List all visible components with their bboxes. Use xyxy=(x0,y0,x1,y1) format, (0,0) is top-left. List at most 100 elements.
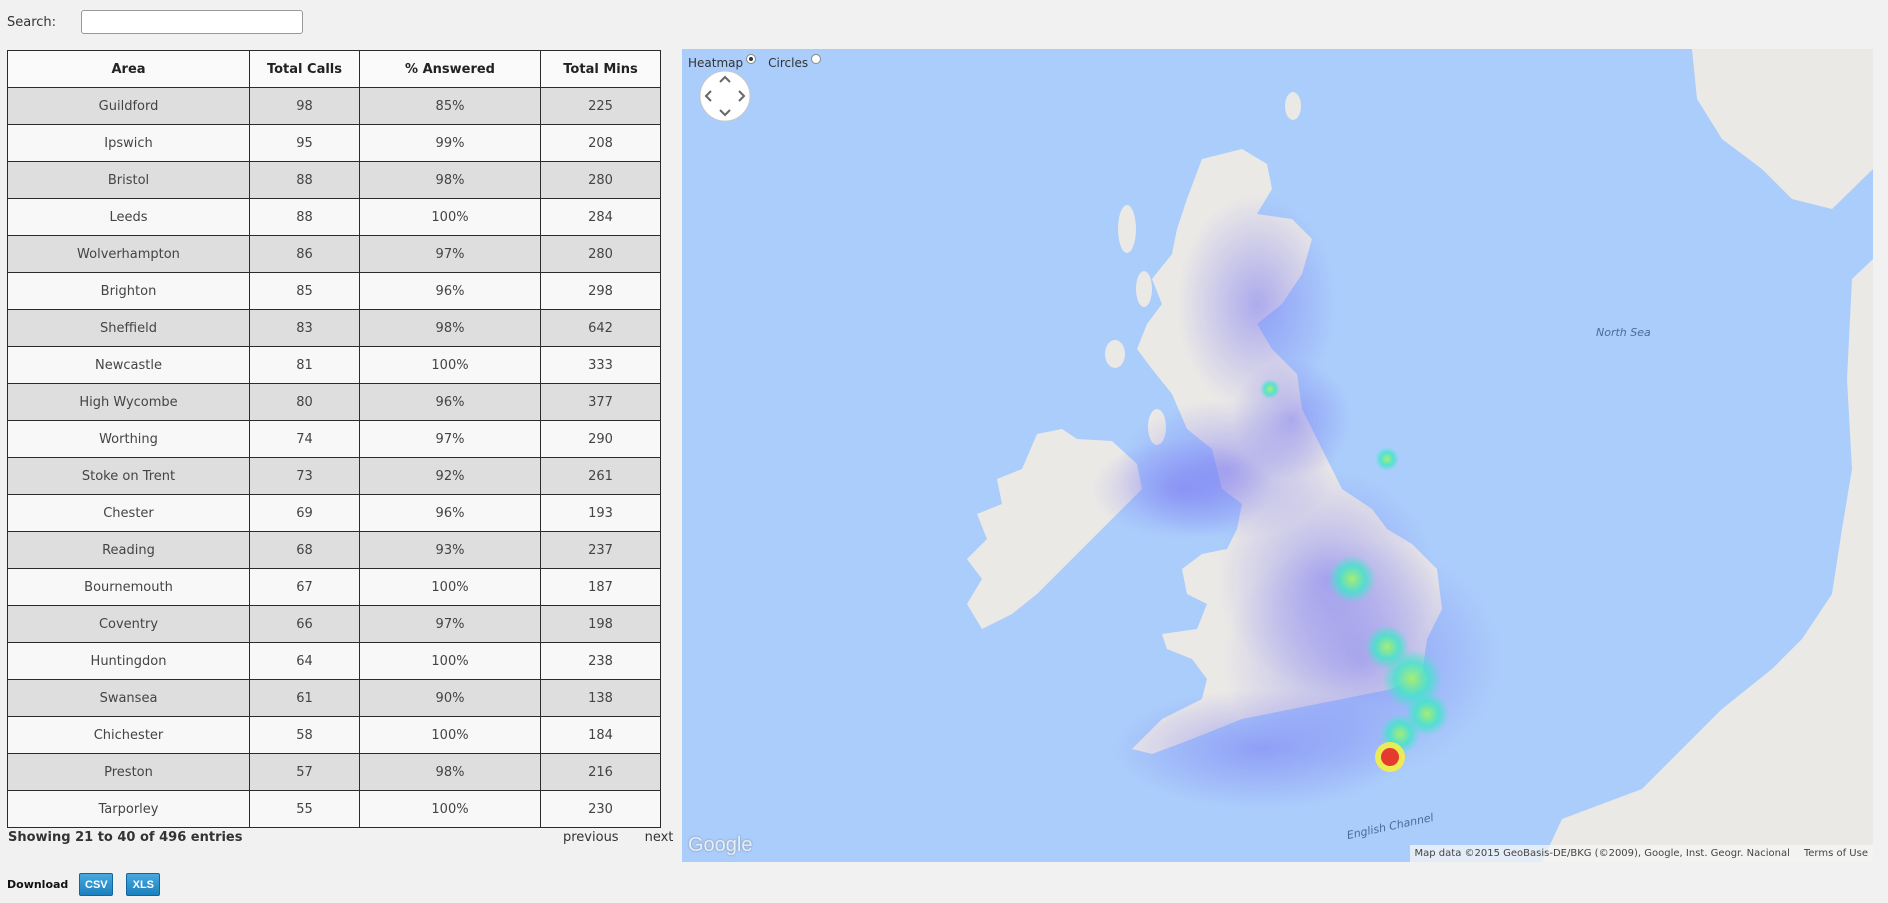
table-row: Chichester 58 100% 184 xyxy=(7,716,661,754)
circles-radio[interactable] xyxy=(811,54,822,64)
heatmap-option-label: Heatmap xyxy=(688,56,744,70)
cell-answered: 97% xyxy=(359,235,541,273)
cell-answered: 96% xyxy=(359,383,541,421)
cell-answered: 98% xyxy=(359,161,541,199)
table-row: Coventry 66 97% 198 xyxy=(7,605,661,643)
table-row: Reading 68 93% 237 xyxy=(7,531,661,569)
cell-total-mins: 193 xyxy=(540,494,661,532)
google-logo: Google xyxy=(688,834,753,856)
table-row: Guildford 98 85% 225 xyxy=(7,87,661,125)
cell-total-calls: 67 xyxy=(249,568,360,606)
cell-total-calls: 88 xyxy=(249,198,360,236)
cell-total-mins: 333 xyxy=(540,346,661,384)
cell-total-mins: 216 xyxy=(540,753,661,791)
cell-answered: 100% xyxy=(359,716,541,754)
table-row: Ipswich 95 99% 208 xyxy=(7,124,661,162)
circles-option-label: Circles xyxy=(768,56,809,70)
search-input[interactable] xyxy=(81,10,303,34)
cell-total-mins: 225 xyxy=(540,87,661,125)
cell-answered: 90% xyxy=(359,679,541,717)
cell-area: Wolverhampton xyxy=(7,235,250,273)
cell-answered: 96% xyxy=(359,494,541,532)
table-row: Stoke on Trent 73 92% 261 xyxy=(7,457,661,495)
cell-area: Huntingdon xyxy=(7,642,250,680)
download-bar: Download CSV XLS xyxy=(7,873,173,896)
cell-total-calls: 68 xyxy=(249,531,360,569)
table-header-row: Area Total Calls % Answered Total Mins xyxy=(7,50,661,88)
previous-page-link[interactable]: previous xyxy=(563,830,619,845)
cell-total-calls: 69 xyxy=(249,494,360,532)
cell-total-mins: 238 xyxy=(540,642,661,680)
cell-answered: 85% xyxy=(359,87,541,125)
cell-total-mins: 261 xyxy=(540,457,661,495)
table-row: Tarporley 55 100% 230 xyxy=(7,790,661,828)
cell-area: Ipswich xyxy=(7,124,250,162)
cell-total-calls: 80 xyxy=(249,383,360,421)
cell-area: Brighton xyxy=(7,272,250,310)
calls-table: Area Total Calls % Answered Total Mins G… xyxy=(7,50,661,828)
next-page-link[interactable]: next xyxy=(645,830,674,845)
cell-total-calls: 86 xyxy=(249,235,360,273)
map-mode-toggle: Heatmap Circles xyxy=(688,54,822,70)
xls-download-button[interactable]: XLS xyxy=(126,873,161,896)
attribution-text: Map data ©2015 GeoBasis-DE/BKG (©2009), … xyxy=(1414,848,1790,859)
cell-answered: 100% xyxy=(359,568,541,606)
column-header-total-calls[interactable]: Total Calls xyxy=(249,50,360,88)
column-header-area[interactable]: Area xyxy=(7,50,250,88)
cell-answered: 92% xyxy=(359,457,541,495)
cell-answered: 96% xyxy=(359,272,541,310)
cell-area: Swansea xyxy=(7,679,250,717)
cell-area: Newcastle xyxy=(7,346,250,384)
heatmap-map[interactable]: Heatmap Circles North Sea English Channe… xyxy=(682,49,1873,862)
download-label: Download xyxy=(7,878,69,891)
north-sea-label: North Sea xyxy=(1596,326,1651,339)
cell-total-mins: 377 xyxy=(540,383,661,421)
cell-area: Preston xyxy=(7,753,250,791)
cell-total-calls: 81 xyxy=(249,346,360,384)
cell-area: Bournemouth xyxy=(7,568,250,606)
pagination: previous next xyxy=(563,830,673,845)
heatmap-layer xyxy=(1092,194,1502,809)
table-row: Swansea 61 90% 138 xyxy=(7,679,661,717)
cell-total-calls: 57 xyxy=(249,753,360,791)
csv-download-button[interactable]: CSV xyxy=(79,873,114,896)
cell-area: Chester xyxy=(7,494,250,532)
cell-answered: 100% xyxy=(359,790,541,828)
pan-control[interactable] xyxy=(699,70,751,122)
land-norway xyxy=(1692,49,1873,209)
cell-area: Worthing xyxy=(7,420,250,458)
cell-total-mins: 198 xyxy=(540,605,661,643)
cell-total-calls: 85 xyxy=(249,272,360,310)
cell-answered: 97% xyxy=(359,605,541,643)
cell-total-calls: 61 xyxy=(249,679,360,717)
cell-answered: 98% xyxy=(359,753,541,791)
cell-area: High Wycombe xyxy=(7,383,250,421)
column-header-answered[interactable]: % Answered xyxy=(359,50,541,88)
cell-total-calls: 58 xyxy=(249,716,360,754)
cell-area: Leeds xyxy=(7,198,250,236)
cell-area: Bristol xyxy=(7,161,250,199)
column-header-total-mins[interactable]: Total Mins xyxy=(540,50,661,88)
cell-area: Reading xyxy=(7,531,250,569)
table-row: Bournemouth 67 100% 187 xyxy=(7,568,661,606)
terms-of-use-link[interactable]: Terms of Use xyxy=(1804,848,1868,859)
cell-answered: 100% xyxy=(359,346,541,384)
search-bar: Search: xyxy=(7,9,303,35)
table-row: Huntingdon 64 100% 238 xyxy=(7,642,661,680)
table-row: Leeds 88 100% 284 xyxy=(7,198,661,236)
cell-total-mins: 298 xyxy=(540,272,661,310)
table-row: Newcastle 81 100% 333 xyxy=(7,346,661,384)
table-row: Brighton 85 96% 298 xyxy=(7,272,661,310)
cell-total-calls: 95 xyxy=(249,124,360,162)
cell-answered: 100% xyxy=(359,198,541,236)
cell-area: Guildford xyxy=(7,87,250,125)
cell-total-mins: 280 xyxy=(540,161,661,199)
heatmap-radio[interactable] xyxy=(746,54,757,64)
cell-total-mins: 290 xyxy=(540,420,661,458)
table-row: Sheffield 83 98% 642 xyxy=(7,309,661,347)
cell-area: Stoke on Trent xyxy=(7,457,250,495)
cell-total-calls: 66 xyxy=(249,605,360,643)
table-row: Wolverhampton 86 97% 280 xyxy=(7,235,661,273)
cell-total-calls: 74 xyxy=(249,420,360,458)
cell-total-calls: 55 xyxy=(249,790,360,828)
